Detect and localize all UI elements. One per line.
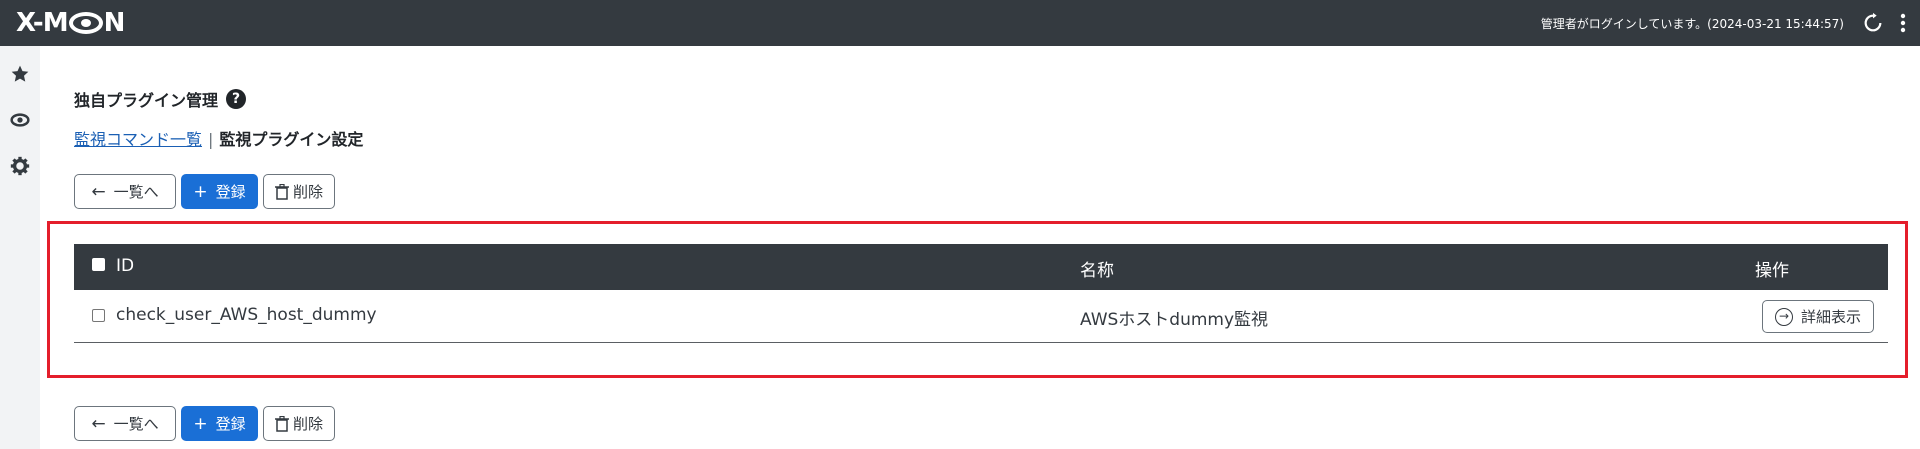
current-page: 監視プラグイン設定 <box>219 130 364 149</box>
sidebar <box>0 46 40 449</box>
detail-button[interactable]: → 詳細表示 <box>1761 300 1874 333</box>
breadcrumb: 監視コマンド一覧 | 監視プラグイン設定 <box>74 126 363 150</box>
delete-button[interactable]: 削除 <box>263 174 335 209</box>
table-row: check_user_AWS_host_dummy AWSホストdummy監視 … <box>74 290 1888 343</box>
page-title: 独自プラグイン管理 ? <box>74 87 247 111</box>
back-to-list-button[interactable]: ← 一覧へ <box>74 406 176 441</box>
top-action-bar: ← 一覧へ + 登録 削除 <box>74 174 335 209</box>
trash-icon <box>274 183 289 200</box>
plugin-id: check_user_AWS_host_dummy <box>116 305 377 325</box>
trash-icon <box>274 415 289 432</box>
column-header-action: 操作 <box>1755 261 1789 281</box>
breadcrumb-separator: | <box>208 130 214 149</box>
command-list-link[interactable]: 監視コマンド一覧 <box>74 130 202 149</box>
row-checkbox[interactable] <box>92 309 105 322</box>
eye-icon[interactable] <box>10 110 30 130</box>
star-icon[interactable] <box>10 64 30 84</box>
back-to-list-button[interactable]: ← 一覧へ <box>74 174 176 209</box>
table-header: ID 名称 操作 <box>74 244 1888 290</box>
arrow-right-circle-icon: → <box>1774 307 1793 326</box>
help-icon[interactable]: ? <box>226 89 247 109</box>
delete-button[interactable]: 削除 <box>263 406 335 441</box>
top-header: X-M N 管理者がログインしています。(2024-03-21 15:44:57) <box>0 0 1920 46</box>
register-button[interactable]: + 登録 <box>181 406 258 441</box>
arrow-left-icon: ← <box>91 181 106 202</box>
bottom-action-bar: ← 一覧へ + 登録 削除 <box>74 406 335 441</box>
kebab-menu-icon[interactable] <box>1898 12 1908 34</box>
login-status: 管理者がログインしています。(2024-03-21 15:44:57) <box>1540 17 1844 31</box>
reload-icon[interactable] <box>1862 12 1884 34</box>
plus-icon: + <box>193 413 208 434</box>
arrow-left-icon: ← <box>91 413 106 434</box>
column-header-id: ID <box>116 256 135 276</box>
page-title-text: 独自プラグイン管理 <box>74 91 219 110</box>
gear-icon[interactable] <box>10 156 30 176</box>
app-logo[interactable]: X-M N <box>16 8 125 38</box>
select-all-checkbox[interactable] <box>92 258 105 271</box>
plus-icon: + <box>193 181 208 202</box>
column-header-name: 名称 <box>1080 261 1114 281</box>
plugin-name: AWSホストdummy監視 <box>1080 310 1269 330</box>
register-button[interactable]: + 登録 <box>181 174 258 209</box>
logo-eye-icon <box>68 12 103 34</box>
plugin-table: ID 名称 操作 check_user_AWS_host_dummy AWSホス… <box>74 244 1888 343</box>
